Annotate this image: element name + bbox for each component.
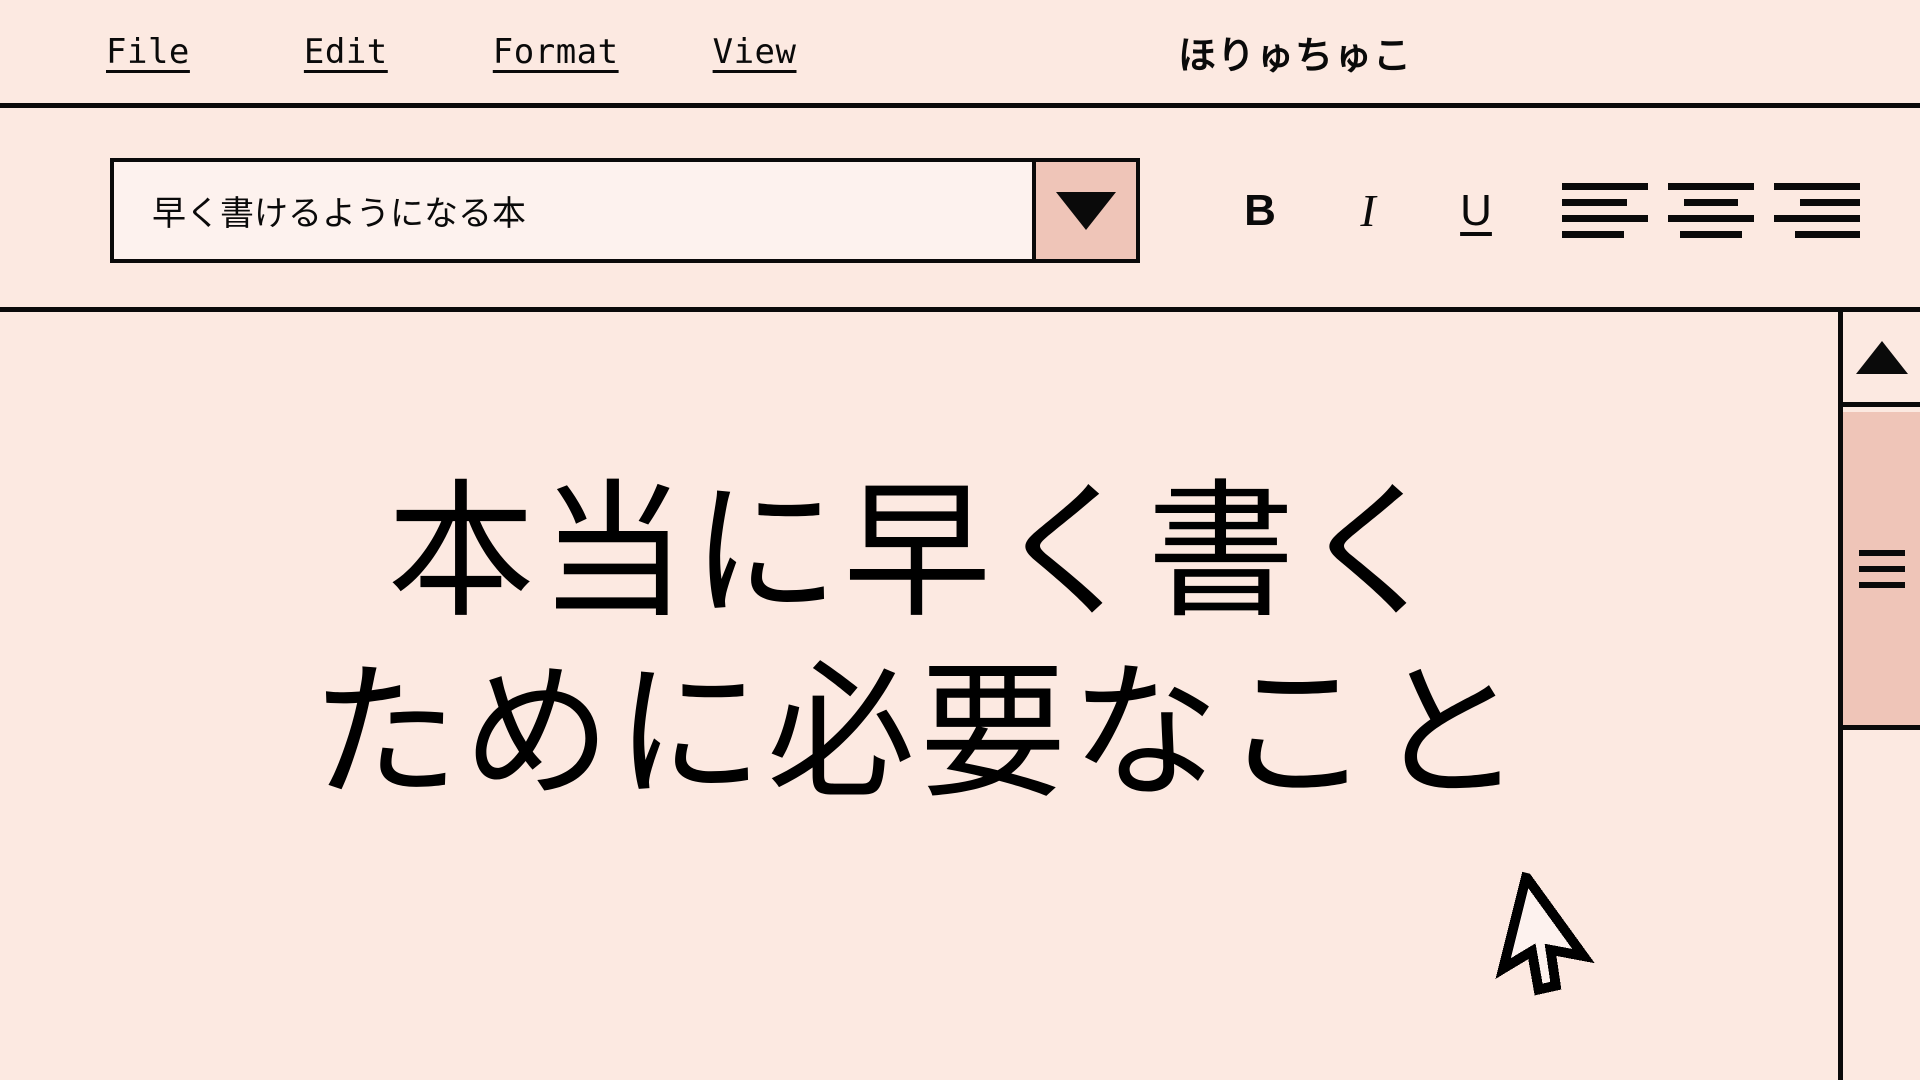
menu-item-format[interactable]: Format <box>493 32 619 72</box>
formatting-toolbar: 早く書けるようになる本 B I U <box>0 108 1920 312</box>
align-left-icon <box>1562 199 1628 206</box>
triangle-down-icon <box>1056 191 1116 230</box>
align-center-icon <box>1668 183 1754 190</box>
align-right-button[interactable] <box>1774 175 1860 247</box>
underline-button[interactable]: U <box>1431 176 1521 246</box>
align-left-icon <box>1562 183 1648 190</box>
menu-item-view[interactable]: View <box>713 32 797 72</box>
scrollbar-track[interactable] <box>1843 735 1920 1080</box>
document-select-field[interactable]: 早く書けるようになる本 <box>114 162 1032 259</box>
align-left-button[interactable] <box>1562 175 1648 247</box>
bold-button[interactable]: B <box>1215 176 1305 246</box>
scroll-up-button[interactable] <box>1843 312 1920 407</box>
vertical-scrollbar[interactable] <box>1838 312 1920 1080</box>
align-center-icon <box>1680 231 1742 238</box>
menu-bar: File Edit Format View ほりゅちゅこ <box>0 0 1920 108</box>
text-align-group <box>1562 158 1880 263</box>
grip-lines-icon <box>1858 549 1905 556</box>
document-heading: 本当に早く書く ために必要なこと <box>311 466 1527 819</box>
align-center-button[interactable] <box>1668 175 1754 247</box>
align-center-icon <box>1668 215 1754 222</box>
align-left-icon <box>1562 215 1648 222</box>
menu-item-edit[interactable]: Edit <box>304 32 388 72</box>
italic-button[interactable]: I <box>1323 176 1413 246</box>
triangle-up-icon <box>1855 340 1908 374</box>
document-select-value: 早く書けるようになる本 <box>152 194 526 234</box>
align-right-icon <box>1794 231 1860 238</box>
grip-lines-icon <box>1858 565 1905 572</box>
align-right-icon <box>1799 199 1860 206</box>
document-select-arrow-button[interactable] <box>1032 162 1136 259</box>
document-select[interactable]: 早く書けるようになる本 <box>110 158 1140 263</box>
menu-item-file[interactable]: File <box>106 32 190 72</box>
scrollbar-thumb[interactable] <box>1843 412 1920 730</box>
menu-item-list: File Edit Format View <box>0 32 797 72</box>
align-right-icon <box>1774 183 1860 190</box>
align-left-icon <box>1562 231 1624 238</box>
grip-lines-icon <box>1858 581 1905 588</box>
align-center-icon <box>1684 199 1738 206</box>
app-brand-title: ほりゅちゅこ <box>1177 33 1412 77</box>
text-format-group: B I U <box>1215 158 1521 263</box>
document-canvas[interactable]: 本当に早く書く ために必要なこと <box>0 312 1838 1080</box>
align-right-icon <box>1774 215 1860 222</box>
